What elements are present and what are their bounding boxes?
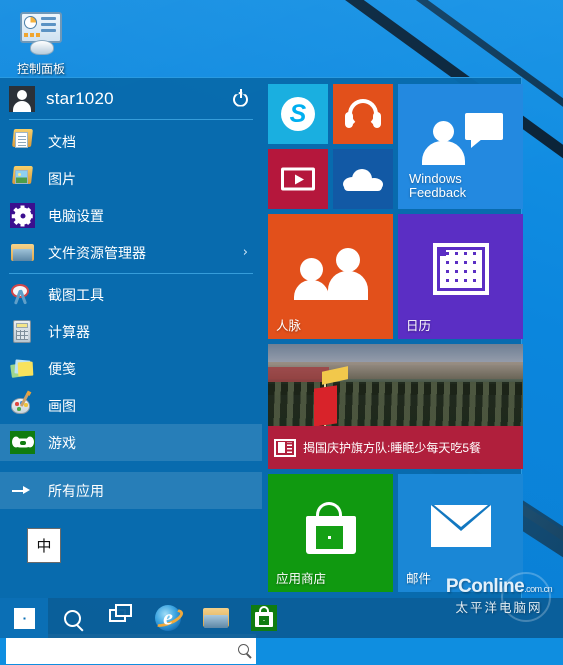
- watermark: PConline.com.cn 太平洋电脑网: [439, 572, 559, 632]
- power-icon[interactable]: [230, 88, 252, 110]
- ime-indicator[interactable]: 中: [27, 528, 61, 563]
- people-icon: [293, 246, 368, 300]
- tile-music[interactable]: [333, 84, 393, 144]
- all-apps-arrow-icon: [9, 477, 36, 504]
- file-explorer-icon: [9, 239, 36, 266]
- tile-label: 邮件: [406, 572, 432, 586]
- snipping-tool-icon: [9, 281, 36, 308]
- start-menu-items: 文档 图片 电脑设置 文件资源管理器 › 截图工具 计算器 便笺 画图 游戏 所…: [0, 120, 262, 509]
- tile-label: 揭国庆护旗方队:睡眠少每天吃5餐: [303, 440, 482, 455]
- start-menu: star1020 文档 图片 电脑设置 文件资源管理器 › 截图工具 计算器 便…: [0, 77, 523, 665]
- sidebar-item-label: 所有应用: [48, 482, 104, 499]
- sidebar-item-file-explorer[interactable]: 文件资源管理器 ›: [0, 234, 262, 271]
- feedback-person-icon: [419, 113, 503, 165]
- sidebar-item-label: 便笺: [48, 360, 76, 377]
- mail-envelope-icon: [430, 504, 491, 547]
- taskbar-task-view-button[interactable]: [96, 598, 144, 638]
- file-explorer-icon: [203, 607, 229, 629]
- pc-settings-gear-icon: [9, 202, 36, 229]
- chevron-right-icon[interactable]: ›: [243, 245, 248, 260]
- tile-label: 人脉: [276, 319, 302, 333]
- store-icon: [251, 605, 277, 631]
- tile-store[interactable]: 应用商店: [268, 474, 393, 592]
- start-menu-left-pane: star1020 文档 图片 电脑设置 文件资源管理器 › 截图工具 计算器 便…: [0, 78, 262, 665]
- taskbar-store-button[interactable]: [240, 598, 288, 638]
- tile-skype[interactable]: S: [268, 84, 328, 144]
- news-icon: [274, 438, 296, 457]
- internet-explorer-icon: [150, 605, 186, 631]
- calendar-grid-icon: [432, 243, 489, 295]
- sidebar-item-label: 图片: [48, 170, 76, 187]
- sidebar-item-games[interactable]: 游戏: [0, 424, 262, 461]
- control-panel-icon: [17, 10, 65, 58]
- tile-news[interactable]: 揭国庆护旗方队:睡眠少每天吃5餐: [268, 344, 523, 469]
- user-avatar-icon: [9, 85, 35, 112]
- sidebar-item-label: 计算器: [48, 323, 90, 340]
- ime-indicator-text: 中: [36, 537, 52, 555]
- tile-mail[interactable]: 邮件: [398, 474, 523, 592]
- games-xbox-icon: [9, 429, 36, 456]
- sidebar-item-documents[interactable]: 文档: [0, 123, 262, 160]
- taskbar-start-button[interactable]: [0, 598, 48, 638]
- tile-label: 应用商店: [276, 572, 327, 586]
- sidebar-item-calculator[interactable]: 计算器: [0, 313, 262, 350]
- cloud-icon: [343, 169, 383, 192]
- search-box[interactable]: [6, 633, 256, 665]
- sidebar-item-pictures[interactable]: 图片: [0, 160, 262, 197]
- sidebar-item-paint[interactable]: 画图: [0, 387, 262, 424]
- watermark-line1: PConline.com.cn: [445, 576, 553, 597]
- store-bag-icon: [304, 502, 358, 555]
- sticky-notes-icon: [9, 355, 36, 382]
- task-view-icon: [108, 604, 132, 627]
- calculator-icon: [9, 318, 36, 345]
- paint-icon: [9, 392, 36, 419]
- taskbar-file-explorer-button[interactable]: [192, 598, 240, 638]
- tile-label: 日历: [406, 319, 432, 333]
- sidebar-item-label: 文件资源管理器: [48, 244, 146, 261]
- sidebar-item-label: 画图: [48, 397, 76, 414]
- skype-icon: S: [281, 97, 315, 131]
- user-account-row[interactable]: star1020: [0, 78, 262, 119]
- sidebar-item-pc-settings[interactable]: 电脑设置: [0, 197, 262, 234]
- tile-people[interactable]: 人脉: [268, 214, 393, 339]
- headphones-icon: [345, 99, 381, 129]
- windows-logo-icon: [13, 607, 35, 629]
- news-caption: 揭国庆护旗方队:睡眠少每天吃5餐: [268, 426, 523, 469]
- video-play-icon: [281, 167, 315, 191]
- tile-windows-feedback[interactable]: Windows Feedback: [398, 84, 523, 209]
- sidebar-item-label: 文档: [48, 133, 76, 150]
- start-menu-tiles-pane: S Windows Feedback 人脉 日历 揭国庆护旗方队:睡眠少每天吃5…: [262, 78, 523, 598]
- tile-onedrive[interactable]: [333, 149, 393, 209]
- documents-folder-icon: [9, 128, 36, 155]
- tile-label: Windows Feedback: [409, 171, 467, 200]
- tile-calendar[interactable]: 日历: [398, 214, 523, 339]
- divider: [9, 119, 253, 120]
- sidebar-item-label: 游戏: [48, 434, 76, 451]
- watermark-line2: 太平洋电脑网: [455, 601, 543, 615]
- user-name: star1020: [46, 88, 114, 108]
- sidebar-item-label: 电脑设置: [48, 207, 104, 224]
- sidebar-item-label: 截图工具: [48, 286, 104, 303]
- desktop-icon-control-panel[interactable]: 控制面板: [8, 10, 74, 77]
- divider: [9, 273, 253, 274]
- sidebar-item-snipping-tool[interactable]: 截图工具: [0, 276, 262, 313]
- search-icon: [63, 609, 81, 627]
- desktop-icon-label: 控制面板: [16, 62, 65, 76]
- sidebar-item-sticky-notes[interactable]: 便笺: [0, 350, 262, 387]
- pictures-folder-icon: [9, 165, 36, 192]
- sidebar-item-all-apps[interactable]: 所有应用: [0, 472, 262, 509]
- taskbar-search-button[interactable]: [48, 598, 96, 638]
- tile-video[interactable]: [268, 149, 328, 209]
- taskbar-internet-explorer-button[interactable]: [144, 598, 192, 638]
- search-icon[interactable]: [230, 634, 256, 664]
